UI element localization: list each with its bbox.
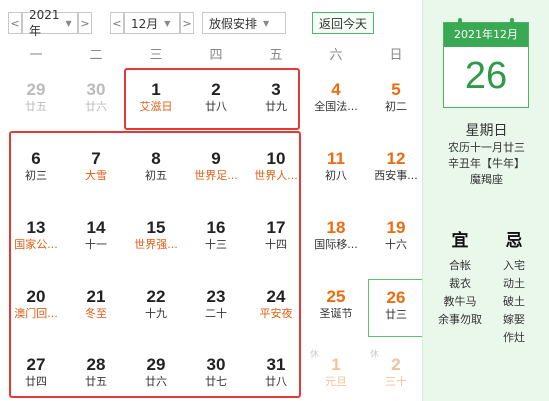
chevron-down-icon: ▼ — [164, 18, 171, 28]
day-cell[interactable]: 休 2 三十 — [368, 347, 424, 401]
ring-icon — [458, 18, 462, 28]
day-number: 26 — [386, 288, 406, 307]
year-select-value: 2021年 — [29, 7, 60, 38]
day-cell[interactable]: 12 西安事... — [368, 141, 424, 199]
day-number: 19 — [386, 218, 406, 237]
back-to-today-button[interactable]: 返回今天 — [312, 12, 375, 34]
ring-icon — [510, 18, 514, 28]
holiday-select[interactable]: 放假安排 ▼ — [202, 12, 286, 34]
yi-column: 宜 合帐裁衣教牛马余事勿取 — [435, 226, 485, 329]
day-cell[interactable]: 4 全国法... — [308, 72, 364, 130]
lunar-date: 农历十一月廿三 — [448, 141, 525, 154]
month-select[interactable]: 12月 ▼ — [124, 12, 180, 34]
day-lunar-label: 初二 — [385, 100, 407, 113]
holiday-select-value: 放假安排 — [209, 16, 258, 31]
day-lunar-label: 西安事... — [374, 169, 418, 182]
constellation: 魔羯座 — [470, 173, 503, 186]
day-lunar-label: 十六 — [385, 238, 407, 251]
weekday-label: 二 — [89, 48, 103, 63]
day-lunar-label: 圣诞节 — [319, 307, 353, 320]
year-select[interactable]: 2021年 ▼ — [22, 8, 78, 38]
next-year-button[interactable]: > — [78, 12, 92, 34]
next-month-button[interactable]: > — [180, 12, 194, 34]
day-cell[interactable]: 5 初二 — [368, 72, 424, 130]
day-cell[interactable]: 19 十六 — [368, 210, 424, 268]
weekday-label: 六 — [329, 48, 343, 63]
prev-month-button[interactable]: < — [110, 12, 124, 34]
day-cell[interactable]: 30 廿六 — [68, 72, 124, 130]
day-number: 29 — [26, 80, 46, 99]
day-cell[interactable]: 18 国际移... — [308, 210, 364, 268]
weekday-label: 五 — [269, 48, 283, 63]
chevron-down-icon: ▼ — [263, 18, 270, 28]
yi-item: 裁衣 — [449, 277, 471, 290]
ganzhi-year: 辛丑年【牛年】 — [448, 157, 525, 170]
weekday-label: 日 — [389, 48, 403, 63]
day-number: 25 — [326, 287, 346, 306]
ji-item: 嫁娶 — [503, 313, 525, 326]
ji-item: 破土 — [503, 295, 525, 308]
holiday-badge: 休 — [370, 350, 380, 360]
day-number: 4 — [331, 80, 341, 99]
day-lunar-label: 廿五 — [25, 100, 47, 113]
day-cell[interactable]: 11 初八 — [308, 141, 364, 199]
highlight-box-first-week — [124, 68, 300, 130]
ji-list: 入宅动土破土嫁娶作灶 — [495, 257, 533, 347]
highlight-box-month — [9, 131, 301, 398]
ji-item: 入宅 — [503, 259, 525, 272]
yi-item: 教牛马 — [443, 295, 477, 308]
day-number: 18 — [326, 218, 346, 237]
day-number: 30 — [86, 80, 106, 99]
yi-item: 合帐 — [449, 259, 471, 272]
day-detail-panel: 2021年12月 26 星期日 农历十一月廿三 辛丑年【牛年】 魔羯座 宜 合帐… — [422, 0, 549, 401]
ji-item: 作灶 — [503, 331, 525, 344]
day-number: 11 — [327, 149, 345, 168]
day-lunar-label: 廿三 — [385, 308, 407, 321]
weekday-label: 星期日 — [465, 123, 508, 139]
yi-list: 合帐裁衣教牛马余事勿取 — [435, 257, 485, 329]
pad-month-label: 2021年12月 — [444, 23, 528, 47]
holiday-badge: 休 — [310, 350, 320, 360]
weekday-label: 一 — [29, 48, 43, 63]
month-select-value: 12月 — [131, 16, 159, 31]
day-cell[interactable]: 29 廿五 — [8, 72, 64, 130]
day-lunar-label: 廿六 — [85, 100, 107, 113]
day-cell[interactable]: 26 廿三 — [368, 279, 424, 337]
ji-title: 忌 — [505, 231, 523, 251]
weekday-label: 三 — [149, 48, 163, 63]
weekday-label: 四 — [209, 48, 223, 63]
day-lunar-label: 国际移... — [314, 238, 358, 251]
day-cell[interactable]: 休 1 元旦 — [308, 347, 364, 401]
yi-title: 宜 — [451, 231, 469, 251]
day-cell[interactable]: 25 圣诞节 — [308, 279, 364, 337]
chevron-down-icon: ▼ — [65, 18, 72, 28]
calendar-toolbar: < 2021年 ▼ > < 12月 ▼ > 放假安排 ▼ 返回今天 — [8, 8, 375, 38]
day-lunar-label: 元旦 — [325, 375, 347, 388]
day-lunar-label: 三十 — [385, 375, 407, 388]
calendar-widget: < 2021年 ▼ > < 12月 ▼ > 放假安排 ▼ 返回今天 一 二 三 四 五 六… — [0, 0, 549, 401]
day-lunar-label: 全国法... — [314, 100, 358, 113]
day-number: 5 — [391, 80, 401, 99]
pad-day-number: 26 — [464, 55, 508, 97]
ji-item: 动土 — [503, 277, 525, 290]
day-lunar-label: 初八 — [325, 169, 347, 182]
prev-year-button[interactable]: < — [8, 12, 22, 34]
yi-item: 余事勿取 — [438, 313, 482, 326]
date-pad: 2021年12月 26 — [443, 18, 529, 108]
ji-column: 忌 入宅动土破土嫁娶作灶 — [495, 226, 533, 347]
day-number: 12 — [386, 149, 406, 168]
